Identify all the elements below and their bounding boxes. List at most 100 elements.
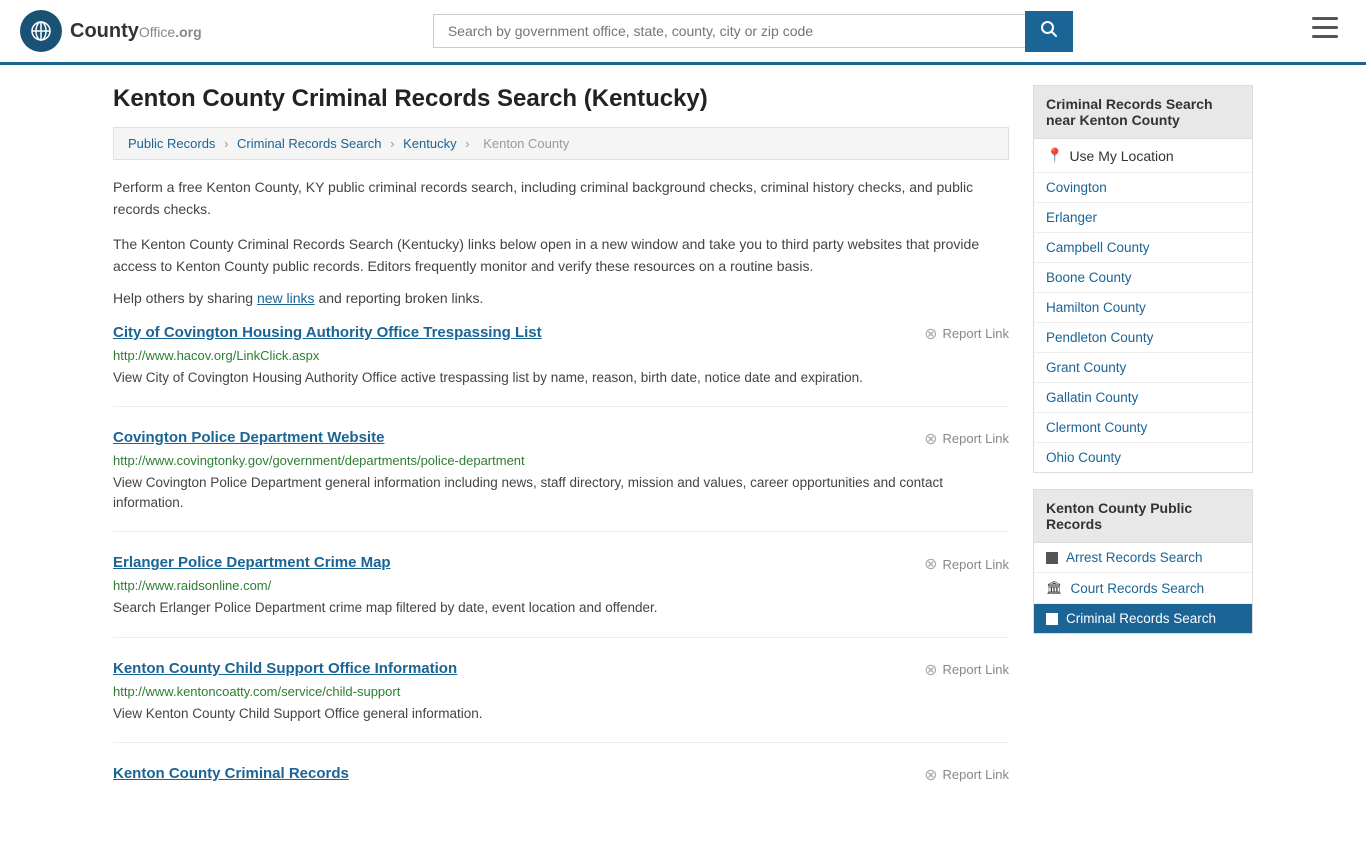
sidebar-item-clermont-county[interactable]: Clermont County (1034, 413, 1252, 443)
search-input[interactable] (433, 14, 1025, 48)
result-desc: View Kenton County Child Support Office … (113, 704, 1009, 724)
help-before: Help others by sharing (113, 290, 257, 306)
new-links-link[interactable]: new links (257, 290, 315, 306)
location-pin-icon: 📍 (1046, 147, 1063, 164)
logo-icon (20, 10, 62, 52)
sidebar-arrest-records[interactable]: Arrest Records Search (1034, 543, 1252, 573)
result-desc: View City of Covington Housing Authority… (113, 368, 1009, 388)
hamilton-county-link[interactable]: Hamilton County (1046, 300, 1146, 315)
court-records-link[interactable]: Court Records Search (1071, 581, 1205, 596)
report-label: Report Link (943, 662, 1009, 677)
report-link[interactable]: ⊗ Report Link (924, 429, 1009, 449)
sidebar-criminal-records[interactable]: Criminal Records Search (1034, 604, 1252, 633)
search-area (433, 11, 1073, 52)
result-item: City of Covington Housing Authority Offi… (113, 324, 1009, 407)
breadcrumb-kentucky[interactable]: Kentucky (403, 136, 456, 151)
sidebar-item-boone-county[interactable]: Boone County (1034, 263, 1252, 293)
result-title[interactable]: Kenton County Criminal Records (113, 765, 349, 782)
sidebar-item-hamilton-county[interactable]: Hamilton County (1034, 293, 1252, 323)
help-after: and reporting broken links. (315, 290, 484, 306)
sidebar-item-erlanger[interactable]: Erlanger (1034, 203, 1252, 233)
sidebar-item-pendleton-county[interactable]: Pendleton County (1034, 323, 1252, 353)
page-title: Kenton County Criminal Records Search (K… (113, 85, 1009, 113)
result-item: Kenton County Child Support Office Infor… (113, 660, 1009, 743)
criminal-records-link[interactable]: Criminal Records Search (1066, 611, 1216, 626)
sidebar-court-records[interactable]: 🏛 Court Records Search (1034, 573, 1252, 604)
sidebar-section-public-records: Kenton County Public Records Arrest Reco… (1033, 489, 1253, 634)
hamburger-icon (1312, 17, 1338, 39)
logo-text: CountyOffice.org (70, 20, 202, 43)
erlanger-link[interactable]: Erlanger (1046, 210, 1097, 225)
report-label: Report Link (943, 431, 1009, 446)
sidebar-section-2-title: Kenton County Public Records (1033, 489, 1253, 543)
search-button[interactable] (1025, 11, 1073, 52)
menu-button[interactable] (1304, 13, 1346, 49)
clermont-county-link[interactable]: Clermont County (1046, 420, 1147, 435)
report-label: Report Link (943, 767, 1009, 782)
result-title[interactable]: Kenton County Child Support Office Infor… (113, 660, 457, 677)
use-location-item[interactable]: 📍 Use My Location (1034, 139, 1252, 173)
gallatin-county-link[interactable]: Gallatin County (1046, 390, 1138, 405)
result-header: Erlanger Police Department Crime Map ⊗ R… (113, 554, 1009, 574)
breadcrumb-kenton-county: Kenton County (483, 136, 569, 151)
result-title[interactable]: Erlanger Police Department Crime Map (113, 554, 391, 571)
breadcrumb-public-records[interactable]: Public Records (128, 136, 215, 151)
building-icon: 🏛 (1046, 580, 1063, 596)
grant-county-link[interactable]: Grant County (1046, 360, 1126, 375)
sidebar: Criminal Records Search near Kenton Coun… (1033, 85, 1253, 829)
report-label: Report Link (943, 326, 1009, 341)
breadcrumb-sep-2: › (390, 136, 394, 151)
result-url[interactable]: http://www.hacov.org/LinkClick.aspx (113, 348, 1009, 363)
result-url[interactable]: http://www.raidsonline.com/ (113, 578, 1009, 593)
report-icon: ⊗ (924, 324, 937, 344)
report-icon: ⊗ (924, 554, 937, 574)
site-header: CountyOffice.org (0, 0, 1366, 65)
help-text: Help others by sharing new links and rep… (113, 290, 1009, 306)
boone-county-link[interactable]: Boone County (1046, 270, 1132, 285)
report-link[interactable]: ⊗ Report Link (924, 554, 1009, 574)
use-location-link[interactable]: Use My Location (1069, 148, 1173, 164)
result-title[interactable]: City of Covington Housing Authority Offi… (113, 324, 542, 341)
sidebar-item-gallatin-county[interactable]: Gallatin County (1034, 383, 1252, 413)
covington-link[interactable]: Covington (1046, 180, 1107, 195)
pendleton-county-link[interactable]: Pendleton County (1046, 330, 1153, 345)
sidebar-public-list: Arrest Records Search 🏛 Court Records Se… (1033, 543, 1253, 634)
report-icon: ⊗ (924, 429, 937, 449)
breadcrumb-sep-3: › (465, 136, 469, 151)
report-label: Report Link (943, 557, 1009, 572)
sidebar-item-campbell-county[interactable]: Campbell County (1034, 233, 1252, 263)
sidebar-item-covington[interactable]: Covington (1034, 173, 1252, 203)
intro-paragraph-2: The Kenton County Criminal Records Searc… (113, 233, 1009, 278)
ohio-county-link[interactable]: Ohio County (1046, 450, 1121, 465)
result-desc: Search Erlanger Police Department crime … (113, 598, 1009, 618)
result-url[interactable]: http://www.kentoncoatty.com/service/chil… (113, 684, 1009, 699)
result-header: Covington Police Department Website ⊗ Re… (113, 429, 1009, 449)
intro-paragraph-1: Perform a free Kenton County, KY public … (113, 176, 1009, 221)
arrest-records-link[interactable]: Arrest Records Search (1066, 550, 1203, 565)
sidebar-nearby-list: 📍 Use My Location Covington Erlanger Cam… (1033, 139, 1253, 473)
breadcrumb: Public Records › Criminal Records Search… (113, 127, 1009, 160)
sidebar-section-1-title: Criminal Records Search near Kenton Coun… (1033, 85, 1253, 139)
breadcrumb-sep-1: › (224, 136, 228, 151)
result-item: Erlanger Police Department Crime Map ⊗ R… (113, 554, 1009, 637)
square-icon (1046, 552, 1058, 564)
campbell-county-link[interactable]: Campbell County (1046, 240, 1150, 255)
report-link[interactable]: ⊗ Report Link (924, 660, 1009, 680)
result-desc: View Covington Police Department general… (113, 473, 1009, 514)
result-item: Kenton County Criminal Records ⊗ Report … (113, 765, 1009, 807)
breadcrumb-criminal-records[interactable]: Criminal Records Search (237, 136, 382, 151)
logo-area: CountyOffice.org (20, 10, 202, 52)
sidebar-section-nearby: Criminal Records Search near Kenton Coun… (1033, 85, 1253, 473)
result-item: Covington Police Department Website ⊗ Re… (113, 429, 1009, 533)
result-title[interactable]: Covington Police Department Website (113, 429, 384, 446)
square-icon (1046, 613, 1058, 625)
sidebar-item-grant-county[interactable]: Grant County (1034, 353, 1252, 383)
main-container: Kenton County Criminal Records Search (K… (93, 65, 1273, 849)
result-header: Kenton County Child Support Office Infor… (113, 660, 1009, 680)
sidebar-item-ohio-county[interactable]: Ohio County (1034, 443, 1252, 472)
search-icon (1040, 20, 1058, 38)
report-icon: ⊗ (924, 660, 937, 680)
report-link[interactable]: ⊗ Report Link (924, 324, 1009, 344)
result-url[interactable]: http://www.covingtonky.gov/government/de… (113, 453, 1009, 468)
result-header: City of Covington Housing Authority Offi… (113, 324, 1009, 344)
